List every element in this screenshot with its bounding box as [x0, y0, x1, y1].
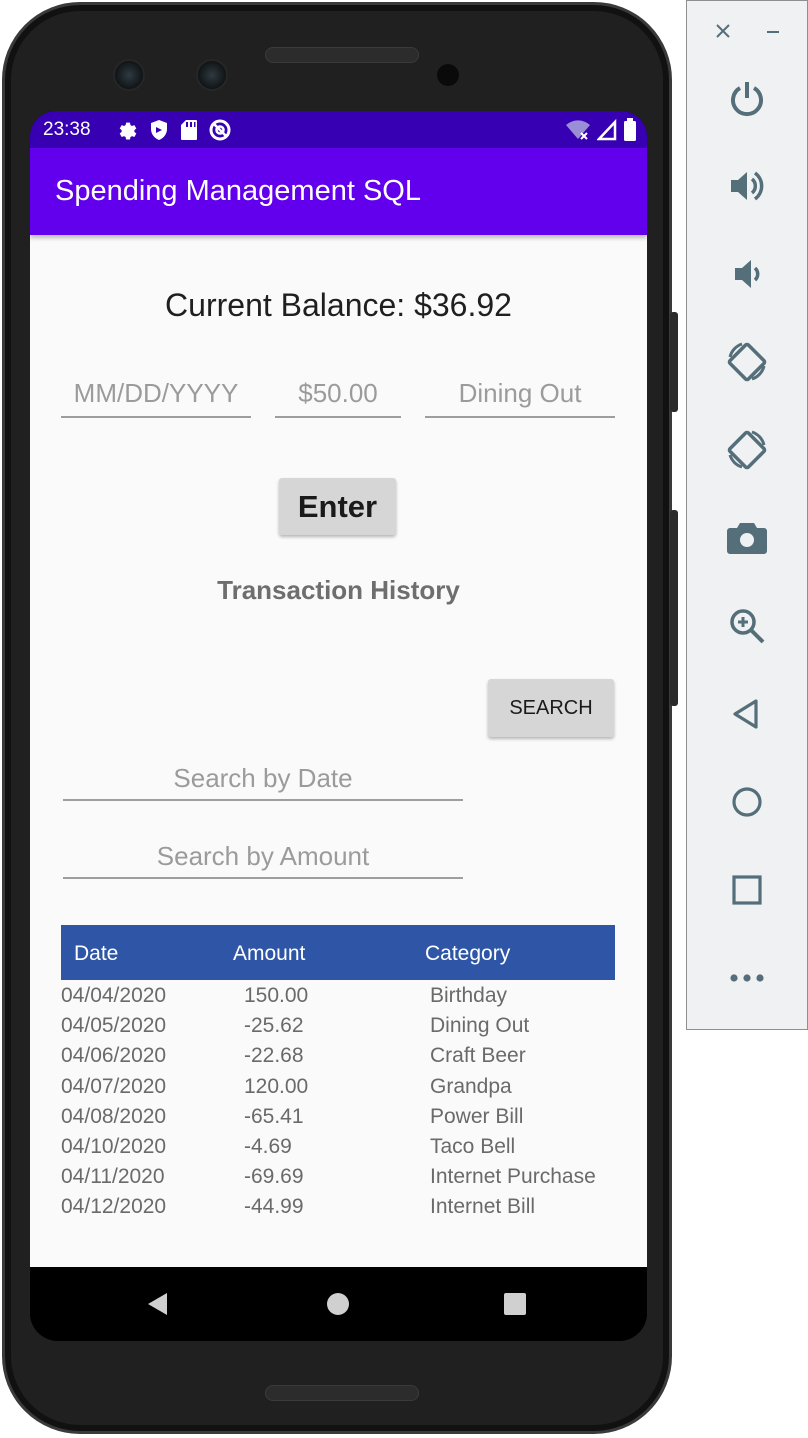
- cell-amount: -69.69: [244, 1165, 304, 1189]
- wifi-icon: [566, 120, 590, 140]
- shield-icon: [151, 120, 167, 140]
- front-camera-lens: [113, 59, 145, 91]
- table-row: 04/05/2020 -25.62 Dining Out: [61, 1012, 615, 1042]
- proximity-sensor: [437, 64, 459, 86]
- status-bar: 23:38: [30, 111, 647, 148]
- cell-date: 04/08/2020: [61, 1104, 167, 1128]
- transaction-list: 04/04/2020 150.00 Birthday 04/05/2020 -25.62…: [61, 982, 615, 1224]
- home-icon[interactable]: [326, 1292, 350, 1316]
- sd-card-icon: [181, 120, 197, 140]
- cell-date: 04/11/2020: [61, 1165, 165, 1189]
- power-side-button: [670, 312, 678, 412]
- cell-amount: -44.99: [244, 1195, 304, 1219]
- date-input-placeholder: MM/DD/YYYY: [73, 377, 239, 408]
- overview-icon[interactable]: [722, 865, 772, 915]
- search-amount-placeholder: Search by Amount: [156, 840, 370, 871]
- battery-icon: [624, 118, 636, 141]
- app-title: Spending Management SQL: [55, 175, 421, 207]
- table-row: 04/04/2020 150.00 Birthday: [61, 982, 615, 1012]
- column-header-category: Category: [425, 942, 511, 965]
- cell-amount: -4.69: [244, 1134, 292, 1158]
- search-amount-input[interactable]: Search by Amount: [63, 829, 463, 879]
- category-input-placeholder: Dining Out: [458, 377, 582, 408]
- transaction-history-title: Transaction History: [217, 575, 460, 605]
- front-camera-lens: [196, 59, 228, 91]
- cell-category: Internet Bill: [430, 1195, 536, 1219]
- table-row: 04/07/2020 120.00 Grandpa: [61, 1073, 615, 1103]
- home-icon[interactable]: [722, 777, 772, 827]
- table-row: 04/06/2020 -22.68 Craft Beer: [61, 1042, 615, 1072]
- cell-category: Taco Bell: [430, 1134, 516, 1158]
- amount-input[interactable]: $50.00: [275, 374, 401, 418]
- search-button[interactable]: SEARCH: [488, 679, 614, 737]
- search-date-placeholder: Search by Date: [173, 762, 353, 793]
- at-sign-icon: [209, 119, 231, 141]
- cell-date: 04/10/2020: [61, 1134, 167, 1158]
- cell-amount: -65.41: [244, 1104, 304, 1128]
- more-icon[interactable]: [722, 953, 772, 1003]
- volume-down-icon[interactable]: [722, 249, 772, 299]
- cell-category: Craft Beer: [430, 1044, 526, 1068]
- search-date-input[interactable]: Search by Date: [63, 751, 463, 801]
- rotate-left-icon[interactable]: [722, 337, 772, 387]
- rotate-right-icon[interactable]: [722, 425, 772, 475]
- close-icon[interactable]: [711, 19, 735, 43]
- camera-icon[interactable]: [722, 513, 772, 563]
- column-header-date: Date: [74, 942, 119, 965]
- cell-date: 04/05/2020: [61, 1014, 167, 1038]
- volume-side-button: [670, 510, 678, 706]
- cell-category: Internet Purchase: [430, 1165, 596, 1189]
- signal-icon: [597, 119, 617, 141]
- back-icon[interactable]: [147, 1292, 169, 1316]
- cell-amount: -22.68: [244, 1044, 304, 1068]
- cell-amount: 120.00: [244, 1074, 309, 1098]
- recents-icon[interactable]: [504, 1293, 526, 1315]
- cell-date: 04/06/2020: [61, 1044, 167, 1068]
- bottom-speaker: [265, 1385, 419, 1401]
- table-row: 04/12/2020 -44.99 Internet Bill: [61, 1193, 615, 1223]
- cell-amount: -25.62: [244, 1014, 304, 1038]
- main-content: Current Balance: $36.92 MM/DD/YYYY $50.0…: [30, 235, 647, 1267]
- table-row: 04/11/2020 -69.69 Internet Purchase: [61, 1163, 615, 1193]
- current-balance: Current Balance: $36.92: [165, 287, 512, 323]
- volume-up-icon[interactable]: [722, 161, 772, 211]
- navigation-bar: [30, 1267, 647, 1341]
- cell-date: 04/07/2020: [61, 1074, 167, 1098]
- minimize-icon[interactable]: [761, 19, 785, 43]
- cell-date: 04/04/2020: [61, 984, 167, 1007]
- cell-date: 04/12/2020: [61, 1195, 167, 1219]
- cell-category: Grandpa: [430, 1074, 512, 1098]
- earpiece-speaker: [265, 47, 419, 63]
- device-screen: 23:38 Spending Management SQL Current Ba…: [30, 111, 647, 1341]
- table-row: 04/10/2020 -4.69 Taco Bell: [61, 1133, 615, 1163]
- amount-input-placeholder: $50.00: [298, 377, 378, 408]
- cell-category: Birthday: [430, 984, 508, 1007]
- table-row: 04/08/2020 -65.41 Power Bill: [61, 1103, 615, 1133]
- date-input[interactable]: MM/DD/YYYY: [61, 374, 251, 418]
- column-header-amount: Amount: [233, 942, 306, 965]
- power-icon[interactable]: [722, 73, 772, 123]
- app-bar: Spending Management SQL: [30, 148, 647, 235]
- emulator-toolbar: [686, 0, 808, 1030]
- zoom-icon[interactable]: [722, 601, 772, 651]
- back-icon[interactable]: [722, 689, 772, 739]
- enter-button[interactable]: Enter: [279, 478, 396, 535]
- status-time: 23:38: [43, 119, 91, 140]
- table-header: Date Amount Category: [61, 925, 615, 980]
- cell-category: Power Bill: [430, 1104, 524, 1128]
- category-input[interactable]: Dining Out: [425, 374, 615, 418]
- cell-amount: 150.00: [244, 984, 309, 1007]
- cell-category: Dining Out: [430, 1014, 530, 1038]
- gear-icon: [119, 122, 137, 140]
